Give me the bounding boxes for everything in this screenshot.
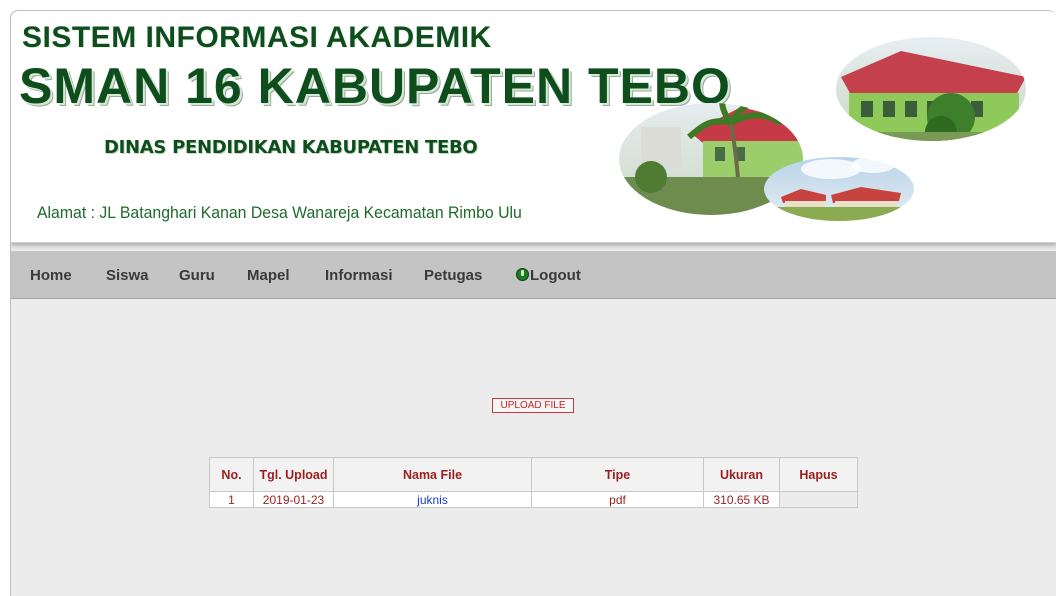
- school-address: Alamat : JL Batanghari Kanan Desa Wanare…: [37, 203, 522, 222]
- site-title-line1: SISTEM INFORMASI AKADEMIK: [22, 21, 492, 54]
- nav-guru[interactable]: Guru: [179, 267, 215, 284]
- col-tgl-upload: Tgl. Upload: [253, 457, 334, 492]
- cell-no: 1: [209, 491, 254, 508]
- cell-tipe: pdf: [531, 491, 704, 508]
- col-no: No.: [209, 457, 254, 492]
- cell-nama-file-link[interactable]: juknis: [333, 491, 532, 508]
- col-nama-file: Nama File: [333, 457, 532, 492]
- col-ukuran: Ukuran: [703, 457, 780, 492]
- col-tipe: Tipe: [531, 457, 704, 492]
- site-header: SISTEM INFORMASI AKADEMIK SMAN 16 KABUPA…: [11, 11, 1056, 243]
- file-table: No. Tgl. Upload Nama File Tipe Ukuran Ha…: [209, 457, 858, 508]
- nav-home[interactable]: Home: [30, 267, 72, 284]
- col-hapus: Hapus: [779, 457, 858, 492]
- nav-petugas[interactable]: Petugas: [424, 267, 482, 284]
- table-header-row: No. Tgl. Upload Nama File Tipe Ukuran Ha…: [209, 457, 858, 492]
- agency-subtitle: DINAS PENDIDIKAN KABUPATEN TEBO: [104, 137, 478, 158]
- nav-logout[interactable]: Logout: [516, 267, 581, 284]
- upload-file-button[interactable]: UPLOAD FILE: [492, 398, 574, 413]
- logout-label: Logout: [530, 267, 581, 284]
- page-frame: SISTEM INFORMASI AKADEMIK SMAN 16 KABUPA…: [10, 10, 1056, 596]
- school-photos-collage: [619, 37, 1026, 221]
- power-icon: [516, 268, 529, 281]
- table-row: 1 2019-01-23 juknis pdf 310.65 KB: [209, 491, 858, 508]
- cell-tgl-upload: 2019-01-23: [253, 491, 334, 508]
- nav-informasi[interactable]: Informasi: [325, 267, 393, 284]
- main-content: UPLOAD FILE No. Tgl. Upload Nama File Ti…: [11, 301, 1056, 596]
- cell-ukuran: 310.65 KB: [703, 491, 780, 508]
- nav-siswa[interactable]: Siswa: [106, 267, 149, 284]
- cell-hapus[interactable]: [779, 491, 858, 508]
- main-nav: Home Siswa Guru Mapel Informasi Petugas …: [11, 251, 1056, 299]
- nav-mapel[interactable]: Mapel: [247, 267, 290, 284]
